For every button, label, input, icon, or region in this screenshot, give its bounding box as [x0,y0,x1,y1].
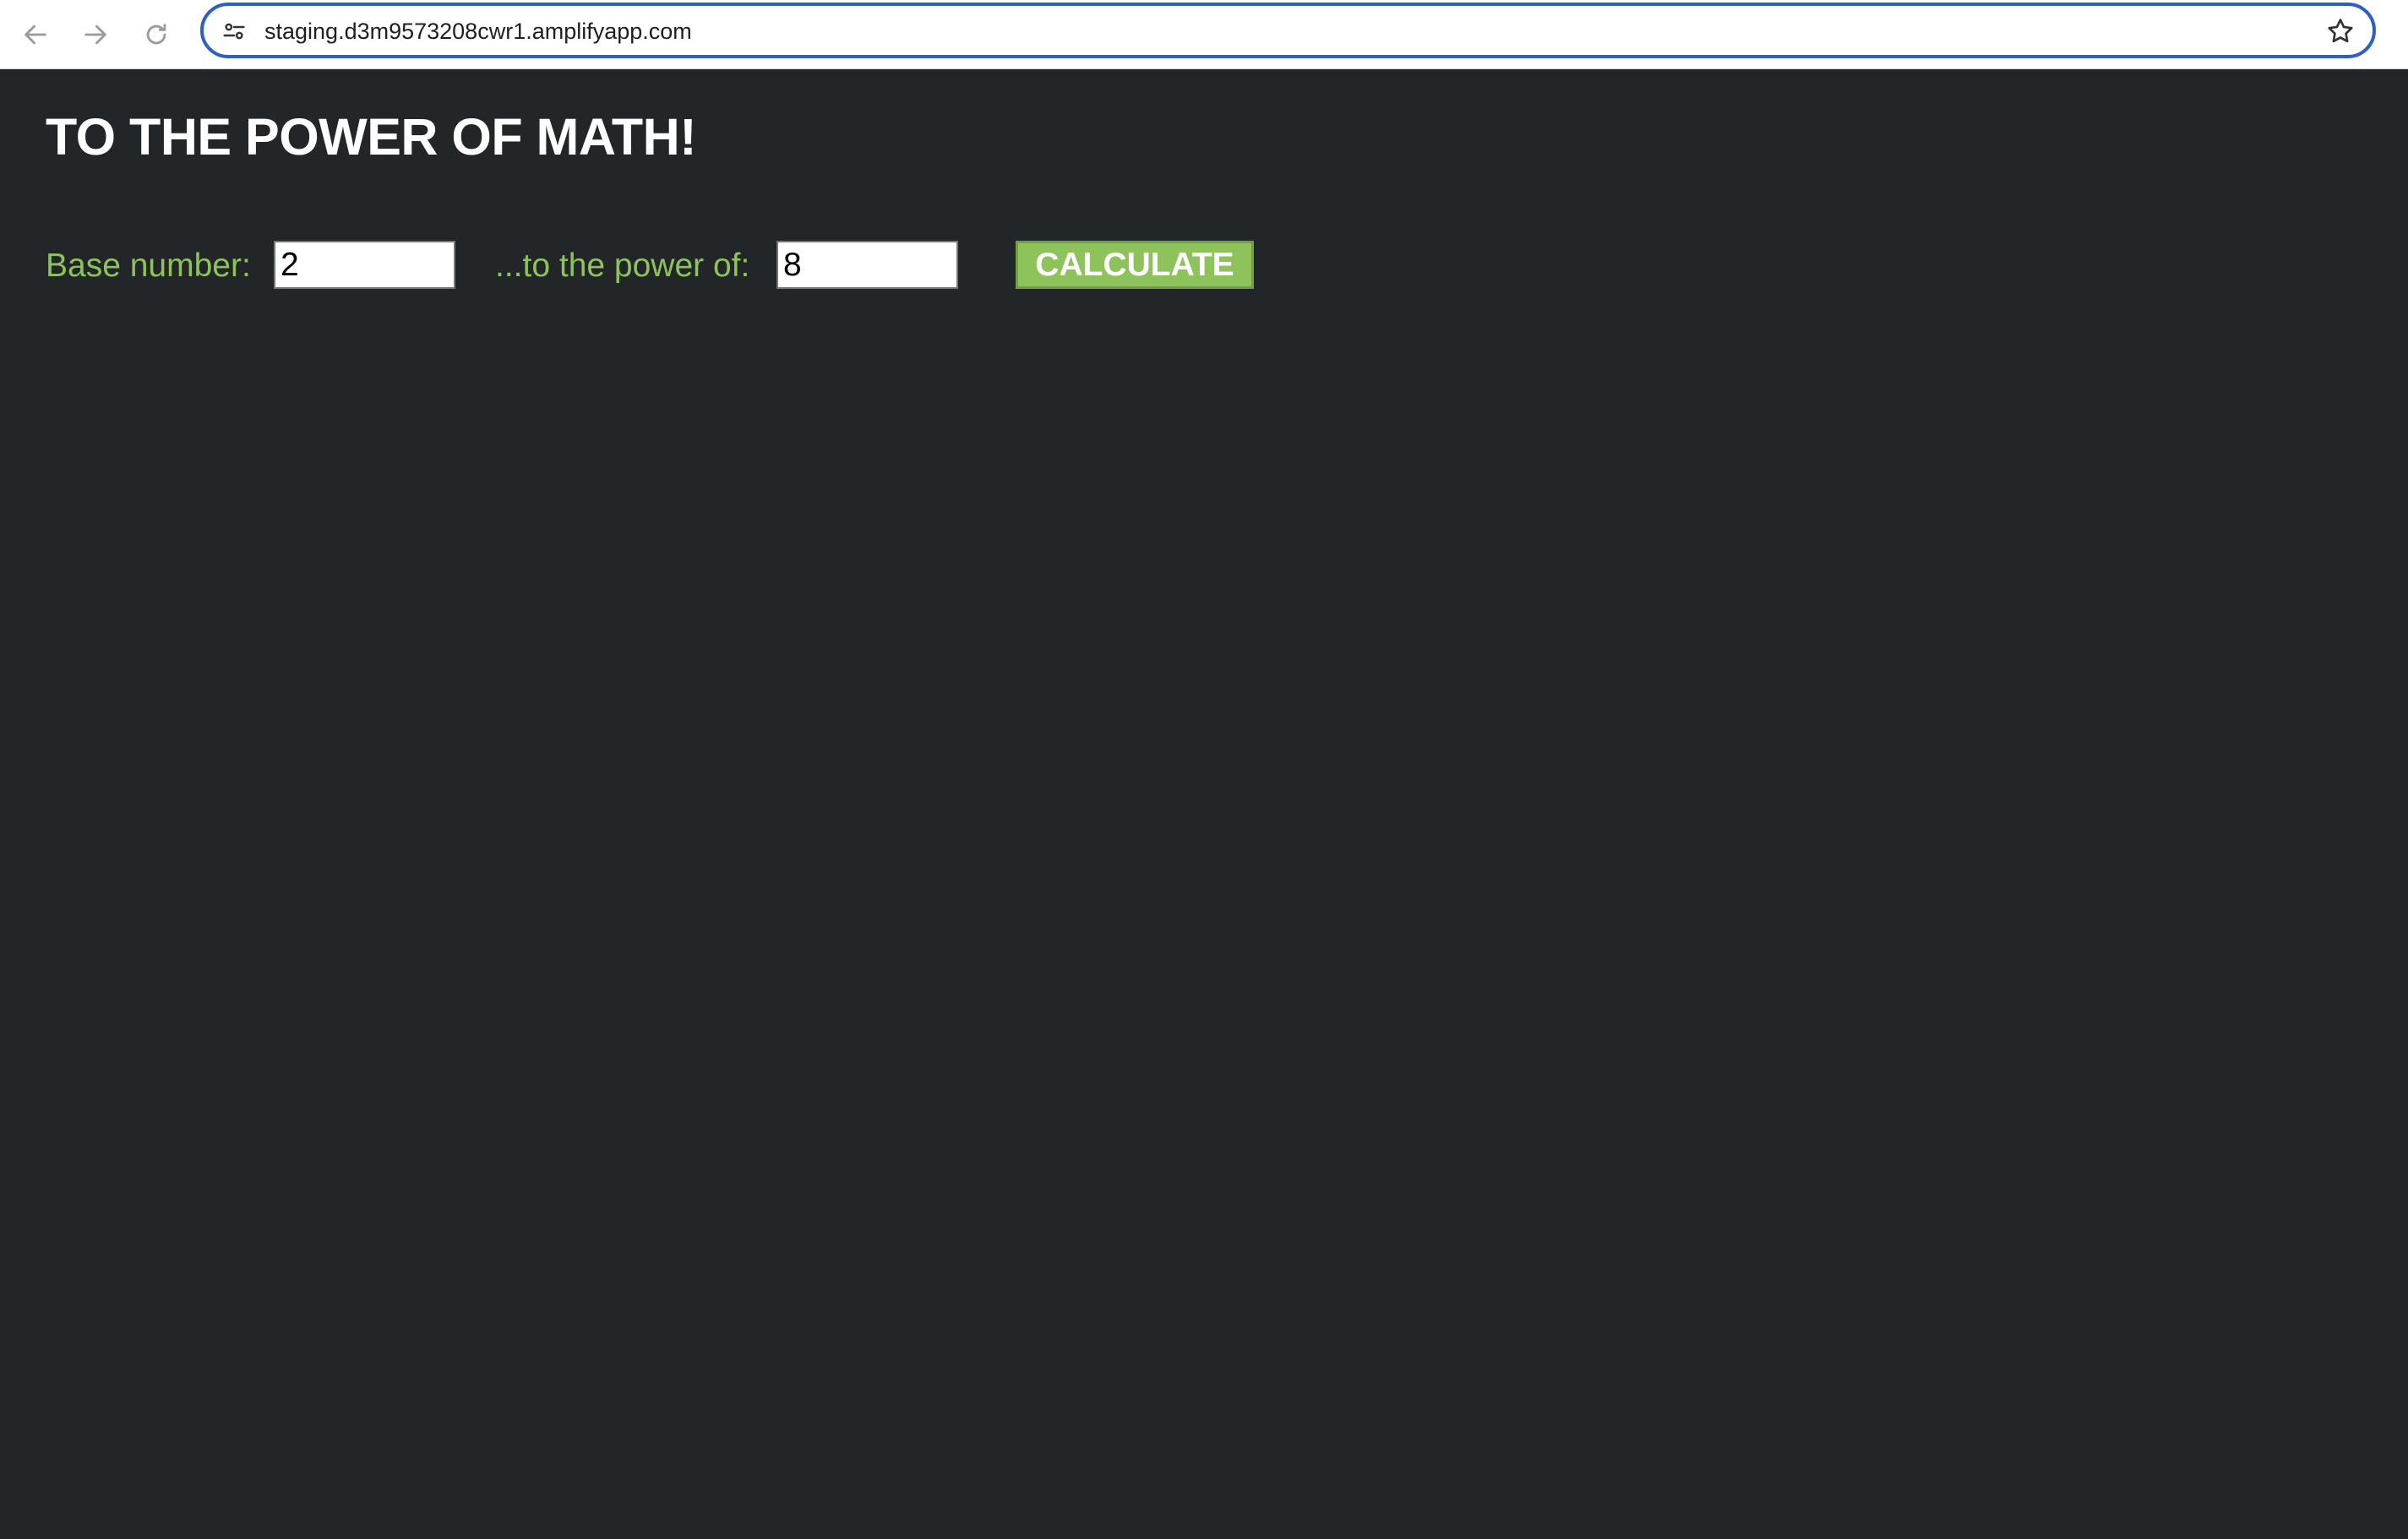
site-info-button[interactable] [219,16,249,46]
base-number-label: Base number: [46,247,251,284]
tune-icon [223,23,245,40]
back-button[interactable] [10,9,61,60]
browser-toolbar: staging.d3m9573208cwr1.amplifyapp.com [0,0,2408,69]
power-input[interactable] [776,241,958,289]
address-bar[interactable]: staging.d3m9573208cwr1.amplifyapp.com [200,3,2376,58]
url-text[interactable]: staging.d3m9573208cwr1.amplifyapp.com [264,19,692,45]
star-icon [2328,19,2353,43]
page-content: TO THE POWER OF MATH! Base number: ...to… [0,70,2408,1539]
reload-button[interactable] [131,9,182,60]
reload-icon [146,24,166,45]
forward-button[interactable] [70,9,121,60]
calculate-button[interactable]: CALCULATE [1016,241,1254,289]
power-label: ...to the power of: [495,247,750,284]
arrow-right-icon [84,24,106,45]
power-form: Base number: ...to the power of: CALCULA… [46,239,1397,290]
arrow-left-icon [25,24,46,45]
base-number-input[interactable] [274,241,455,289]
bookmark-button[interactable] [2324,14,2357,48]
page-title: TO THE POWER OF MATH! [46,108,697,166]
